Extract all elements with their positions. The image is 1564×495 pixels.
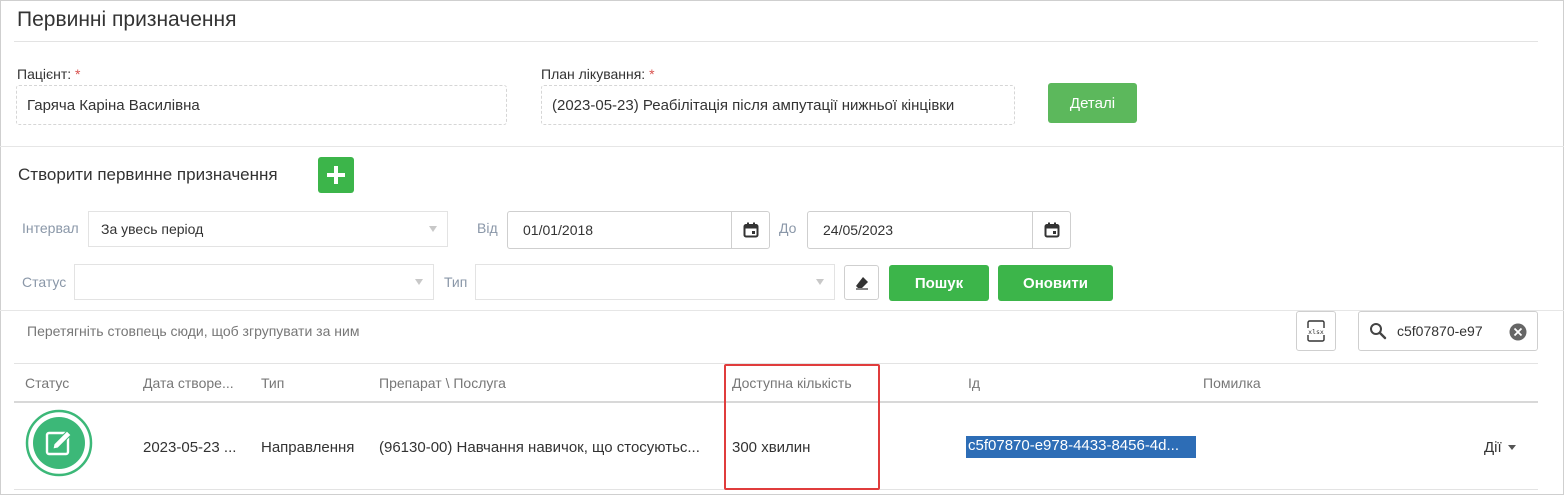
patient-field[interactable]: Гаряча Каріна Василівна — [16, 85, 507, 125]
column-header-type[interactable]: Тип — [261, 375, 284, 391]
to-date-value: 24/05/2023 — [823, 222, 894, 238]
details-button[interactable]: Деталі — [1048, 83, 1137, 123]
clear-search-button[interactable] — [1509, 323, 1527, 346]
to-date-picker-button[interactable] — [1032, 212, 1070, 248]
edit-icon — [25, 409, 93, 477]
plus-icon — [327, 166, 345, 184]
interval-select[interactable]: За увесь період — [88, 211, 448, 247]
create-section-title: Створити первинне призначення — [18, 165, 278, 184]
from-date-value: 01/01/2018 — [523, 222, 594, 238]
from-date-input[interactable]: 01/01/2018 — [507, 211, 770, 249]
id-cell[interactable]: c5f07870-e978-4433-8456-4d... — [966, 436, 1196, 458]
interval-label: Інтервал — [22, 220, 79, 236]
actions-label: Дії — [1484, 439, 1502, 456]
add-button[interactable] — [318, 157, 354, 193]
export-xlsx-button[interactable]: xlsx — [1296, 311, 1336, 351]
to-date-input[interactable]: 24/05/2023 — [807, 211, 1071, 249]
column-header-service[interactable]: Препарат \ Послуга — [379, 375, 506, 391]
calendar-icon — [743, 222, 758, 238]
patient-required-mark: * — [75, 66, 81, 82]
to-label: До — [779, 220, 797, 236]
patient-label-text: Пацієнт: — [17, 66, 72, 82]
clear-filters-button[interactable] — [844, 265, 879, 300]
from-label: Від — [477, 220, 498, 236]
calendar-icon — [1044, 222, 1059, 238]
section-divider — [0, 146, 1564, 147]
annotation-highlight-box — [724, 364, 880, 490]
chevron-down-icon — [816, 279, 824, 285]
grid-search-input[interactable]: c5f07870-e97 — [1358, 311, 1538, 351]
xlsx-icon: xlsx — [1306, 320, 1326, 342]
service-cell: (96130-00) Навчання навичок, що стосують… — [379, 439, 700, 456]
interval-select-value: За увесь період — [101, 221, 204, 237]
plan-field[interactable]: (2023-05-23) Реабілітація після ампутаці… — [541, 85, 1015, 125]
eraser-icon — [855, 276, 868, 290]
page-title: Первинні призначення — [17, 8, 237, 31]
plan-label: План лікування: * — [541, 66, 655, 82]
column-header-id[interactable]: Ід — [968, 375, 980, 391]
actions-dropdown[interactable]: Дії — [1484, 439, 1516, 456]
column-header-created[interactable]: Дата створе... — [143, 375, 234, 391]
grid-search-value: c5f07870-e97 — [1397, 323, 1483, 339]
search-button[interactable]: Пошук — [889, 265, 989, 301]
type-cell: Направлення — [261, 439, 355, 456]
chevron-down-icon — [1507, 445, 1516, 450]
patient-label: Пацієнт: * — [17, 66, 81, 82]
refresh-button[interactable]: Оновити — [998, 265, 1113, 301]
type-select[interactable] — [475, 264, 835, 300]
plan-required-mark: * — [649, 66, 655, 82]
status-label: Статус — [22, 274, 67, 290]
chevron-down-icon — [415, 279, 423, 285]
group-by-hint: Перетягніть стовпець сюди, щоб згрупуват… — [27, 323, 360, 339]
xlsx-icon-label: xlsx — [1308, 328, 1324, 336]
column-header-status[interactable]: Статус — [25, 375, 69, 391]
column-header-error[interactable]: Помилка — [1203, 375, 1261, 391]
type-label: Тип — [444, 274, 468, 290]
status-select[interactable] — [74, 264, 434, 300]
title-divider — [14, 41, 1538, 42]
created-cell: 2023-05-23 ... — [143, 439, 237, 456]
search-icon — [1370, 323, 1387, 340]
close-icon — [1509, 323, 1527, 341]
from-date-picker-button[interactable] — [731, 212, 769, 248]
plan-label-text: План лікування: — [541, 66, 646, 82]
chevron-down-icon — [429, 226, 437, 232]
status-cell[interactable] — [25, 409, 93, 477]
